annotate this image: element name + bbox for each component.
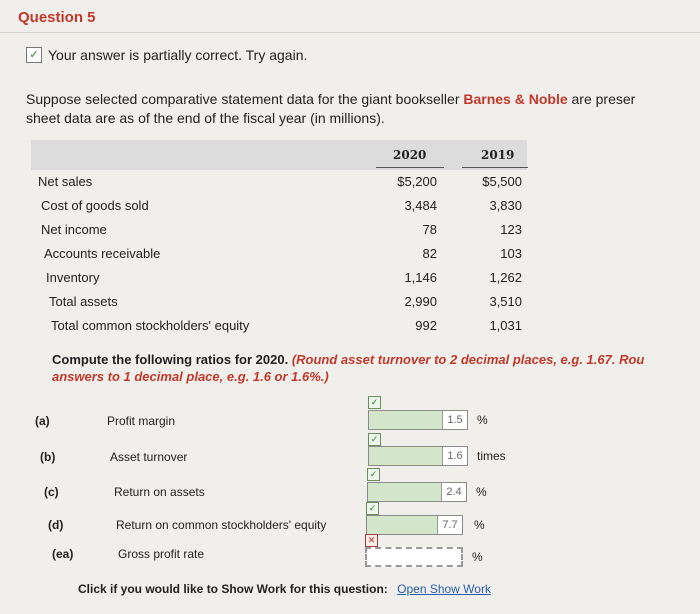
answer-input[interactable]: 2.4 [367,482,467,502]
question-title: Question 5 [18,9,96,26]
cell-2019: 3,510 [489,294,522,309]
question-letter: (a) [35,414,50,428]
column-underline [376,167,444,168]
divider [0,32,700,33]
table-row-label: Accounts receivable [44,246,161,261]
correct-mark-icon: ✓ [368,433,381,446]
correct-mark-icon: ✓ [367,468,380,481]
status-text: Your answer is partially correct. Try ag… [48,47,308,63]
table-row-label: Total common stockholders' equity [51,318,250,333]
cell-2020: 3,484 [404,198,437,213]
instructions: Compute the following ratios for 2020. (… [52,352,644,367]
answer-input[interactable]: 1.5 [368,410,468,430]
cell-2019: 123 [500,222,522,237]
table-row-label: Inventory [46,270,100,285]
column-header-2020: 2020 [393,148,427,162]
question-label: Asset turnover [110,450,188,464]
question-label: Return on common stockholders' equity [116,518,327,532]
instructions-rounding: (Round asset turnover to 2 decimal place… [291,352,645,367]
status-message: ✓ Your answer is partially correct. Try … [26,47,307,63]
show-work-prompt: Click if you would like to Show Work for… [78,582,388,596]
question-letter: (b) [40,450,56,464]
answer-unit: % [477,413,488,427]
table-row-label: Net income [41,222,107,237]
answer-unit: times [477,449,506,463]
check-icon: ✓ [26,47,42,63]
cell-2019: 3,830 [489,198,522,213]
cell-2020: $5,200 [397,174,437,189]
open-show-work-link[interactable]: Open Show Work [397,582,491,596]
intro-text: Suppose selected comparative statement d… [26,91,464,107]
table-row-label: Net sales [38,174,93,189]
answer-input[interactable] [365,547,463,567]
table-row-label: Cost of goods sold [41,198,149,213]
column-header-2019: 2019 [481,148,515,162]
cell-2020: 78 [422,222,437,237]
question-letter: (ea) [52,547,74,561]
instructions-text: Compute the following ratios for 2020. [52,352,292,367]
cell-2019: 1,262 [489,270,522,285]
answer-value[interactable]: 2.4 [441,483,466,501]
question-letter: (c) [44,485,59,499]
cell-2020: 992 [415,318,437,333]
answer-value[interactable]: 1.5 [442,411,467,429]
show-work: Click if you would like to Show Work for… [78,582,491,596]
table-header-bg [31,140,527,170]
cell-2019: 103 [500,246,522,261]
cell-2019: $5,500 [482,174,522,189]
answer-input[interactable]: 1.6 [368,446,468,466]
incorrect-mark-icon: ✕ [365,534,378,547]
table-row-label: Total assets [49,294,118,309]
answer-unit: % [474,518,485,532]
question-letter: (d) [48,518,64,532]
cell-2020: 82 [422,246,437,261]
correct-mark-icon: ✓ [368,396,381,409]
correct-mark-icon: ✓ [366,502,379,515]
cell-2020: 1,146 [404,270,437,285]
column-underline [462,167,528,168]
answer-value[interactable]: 1.6 [442,447,467,465]
brand-name: Barnes & Noble [463,91,568,107]
instructions-line2: answers to 1 decimal place, e.g. 1.6 or … [52,369,329,384]
answer-unit: % [476,485,487,499]
cell-2020: 2,990 [404,294,437,309]
intro-line2: sheet data are as of the end of the fisc… [26,110,385,126]
intro-text-cont: are preser [567,91,636,107]
answer-input[interactable]: 7.7 [366,515,463,535]
question-label: Gross profit rate [118,547,205,561]
answer-unit: % [472,550,483,564]
question-label: Profit margin [107,414,176,428]
problem-intro: Suppose selected comparative statement d… [26,90,700,128]
cell-2019: 1,031 [489,318,522,333]
question-label: Return on assets [114,485,205,499]
answer-value[interactable]: 7.7 [437,516,462,534]
